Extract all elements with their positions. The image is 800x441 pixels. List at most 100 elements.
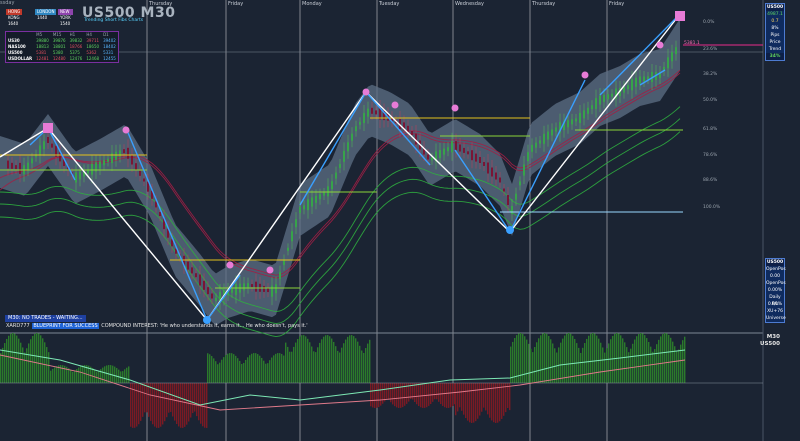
histogram-bar xyxy=(481,383,483,412)
histogram-bar xyxy=(357,341,359,383)
histogram-bar xyxy=(263,360,265,383)
candle-body xyxy=(31,158,33,164)
histogram-bar xyxy=(436,383,438,400)
histogram-bar xyxy=(297,339,299,383)
candle-body xyxy=(443,148,445,155)
candle-body xyxy=(511,206,513,214)
candle-body xyxy=(327,186,329,197)
histogram-bar xyxy=(257,354,259,383)
histogram-bar xyxy=(10,333,12,383)
candle-body xyxy=(187,261,189,270)
panel-row: Pips xyxy=(770,33,780,38)
histogram-bar xyxy=(463,383,465,415)
histogram-bar xyxy=(206,383,208,428)
histogram-bar xyxy=(483,383,485,408)
value-cell: 12480 xyxy=(52,56,66,61)
histogram-bar xyxy=(122,371,124,383)
histogram-bar xyxy=(225,355,227,383)
histogram-bar xyxy=(682,340,684,383)
panel-row: 0.00% xyxy=(767,302,783,307)
histogram-bar xyxy=(168,383,170,413)
table-row[interactable]: USDOLLAR 12481 12480 12476 12468 12455 xyxy=(6,56,119,63)
histogram-bar xyxy=(568,333,570,383)
histogram-bar xyxy=(528,343,530,383)
histogram-bar xyxy=(321,339,323,383)
candle-body xyxy=(427,154,429,160)
histogram-bar xyxy=(196,383,198,417)
session-hongkong: HONG KONG 1640 xyxy=(6,9,23,26)
candle-body xyxy=(115,151,117,160)
histogram-bar xyxy=(335,346,337,383)
histogram-bar xyxy=(499,383,501,422)
histogram-bar xyxy=(624,342,626,383)
histogram-bar xyxy=(666,333,668,383)
histogram-bar xyxy=(554,348,556,383)
histogram-bar xyxy=(192,383,194,414)
histogram-bar xyxy=(434,383,436,400)
candle-body xyxy=(287,247,289,251)
histogram-bar xyxy=(608,343,610,383)
candle-body xyxy=(271,285,273,297)
histogram-bar xyxy=(604,352,606,383)
candle-body xyxy=(675,47,677,55)
candle-body xyxy=(611,93,613,97)
chart-canvas[interactable] xyxy=(0,0,800,441)
swing-marker xyxy=(451,104,459,112)
candle-body xyxy=(159,212,161,216)
histogram-bar xyxy=(112,365,114,383)
histogram-bar xyxy=(253,353,255,383)
histogram-bar xyxy=(487,383,489,415)
candle-body xyxy=(15,165,17,170)
histogram-bar xyxy=(363,352,365,383)
histogram-bar xyxy=(124,369,126,383)
histogram-bar xyxy=(544,333,546,383)
histogram-bar xyxy=(269,360,271,383)
swing-marker xyxy=(362,88,370,96)
histogram-bar xyxy=(580,352,582,383)
histogram-bar xyxy=(465,383,467,419)
histogram-bar xyxy=(501,383,503,419)
histogram-bar xyxy=(469,383,471,423)
histogram-bar xyxy=(285,342,287,383)
histogram-bar xyxy=(678,349,680,383)
candle-body xyxy=(315,195,317,203)
histogram-bar xyxy=(28,343,30,383)
histogram-bar xyxy=(668,334,670,383)
candle-body xyxy=(131,155,133,165)
histogram-bar xyxy=(267,363,269,383)
candle-body xyxy=(571,119,573,125)
current-price-tag: 5381.1 xyxy=(684,41,700,46)
candle-body xyxy=(231,288,233,293)
histogram-bar xyxy=(596,335,598,383)
candle-body xyxy=(407,125,409,132)
trade-status-badge: M30: NO TRADES - WAITING... xyxy=(5,315,86,322)
histogram-bar xyxy=(40,335,42,383)
ticker-item-highlight: BLUEPRINT FOR SUCCESS xyxy=(32,323,99,329)
candle-body xyxy=(503,188,505,192)
ticker-item: XARD777 xyxy=(6,323,30,329)
histogram-bar xyxy=(194,383,196,412)
histogram-bar xyxy=(644,335,646,383)
symbol-cell: USDOLLAR xyxy=(8,56,33,61)
histogram-bar xyxy=(184,383,186,427)
day-label: Tuesday xyxy=(379,1,400,7)
histogram-bar xyxy=(233,354,235,383)
histogram-bar xyxy=(339,352,341,383)
candle-body xyxy=(479,157,481,163)
histogram-bar xyxy=(497,383,499,423)
histogram-bar xyxy=(221,359,223,383)
candle-body xyxy=(527,152,529,162)
histogram-bar xyxy=(245,359,247,383)
histogram-bar xyxy=(331,338,333,383)
panel-percent: 34% xyxy=(766,53,784,60)
candle-body xyxy=(283,259,285,265)
candle-body xyxy=(7,160,9,169)
histogram-bar xyxy=(376,383,378,408)
candle-body xyxy=(263,285,265,292)
histogram-bar xyxy=(128,366,130,383)
histogram-bar xyxy=(652,351,654,383)
panel-row: Trend xyxy=(768,47,782,52)
histogram-bar xyxy=(367,343,369,383)
histogram-bar xyxy=(204,383,206,428)
candle-body xyxy=(627,85,629,90)
